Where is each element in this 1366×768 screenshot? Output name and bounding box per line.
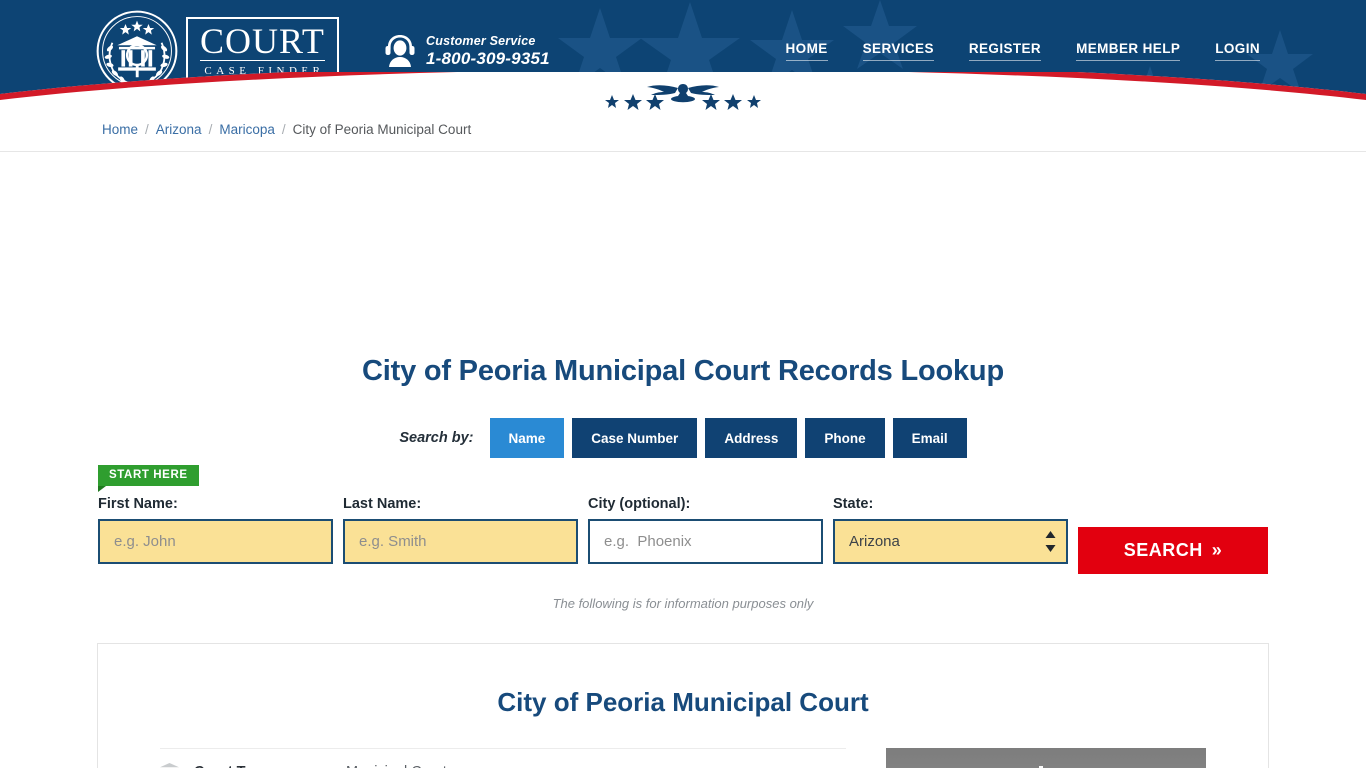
detail-value-court-type: Municipal Court xyxy=(346,764,447,768)
courthouse-photo xyxy=(886,748,1206,768)
double-chevron-right-icon: » xyxy=(1211,540,1223,560)
breadcrumb-item-arizona[interactable]: Arizona xyxy=(156,122,202,137)
breadcrumb-item-current: City of Peoria Municipal Court xyxy=(292,122,472,137)
info-note: The following is for information purpose… xyxy=(552,596,814,611)
first-name-field-group: First Name: xyxy=(98,496,333,564)
nav-item-register[interactable]: REGISTER xyxy=(968,41,1042,61)
headset-support-icon xyxy=(385,35,415,67)
court-details-list: Court Type: Municipal Court State: AZ xyxy=(160,748,846,768)
breadcrumb-bar: Home / Arizona / Maricopa / City of Peoria Mun… xyxy=(0,110,1366,152)
tab-email[interactable]: Email xyxy=(892,418,967,458)
breadcrumb-item-maricopa[interactable]: Maricopa xyxy=(219,122,275,137)
main-nav: HOME SERVICES REGISTER MEMBER HELP LOGIN xyxy=(785,41,1260,61)
tab-phone[interactable]: Phone xyxy=(805,418,885,458)
customer-service-phone[interactable]: 1-800-309-9351 xyxy=(426,49,550,69)
breadcrumb-separator: / xyxy=(208,122,213,137)
nav-item-login[interactable]: LOGIN xyxy=(1215,41,1260,61)
customer-service: Customer Service 1-800-309-9351 xyxy=(383,33,550,69)
city-input[interactable] xyxy=(588,519,823,564)
patriotic-banner-wave xyxy=(0,72,1366,110)
last-name-label: Last Name: xyxy=(343,496,422,512)
city-label: City (optional): xyxy=(588,496,691,512)
state-label: State: xyxy=(833,496,874,512)
search-button-label: SEARCH xyxy=(1123,540,1203,560)
search-by-tabs: Search by: Name Case Number Address Phon… xyxy=(0,418,1366,458)
detail-row-court-type: Court Type: Municipal Court xyxy=(160,748,846,768)
last-name-field-group: Last Name: xyxy=(343,496,578,564)
last-name-input[interactable] xyxy=(343,519,578,564)
nav-item-member-help[interactable]: MEMBER HELP xyxy=(1076,41,1181,61)
start-here-badge: START HERE xyxy=(98,465,199,492)
search-by-label: Search by: xyxy=(399,430,474,446)
nav-item-home[interactable]: HOME xyxy=(785,41,828,61)
tab-case-number[interactable]: Case Number xyxy=(572,418,698,458)
breadcrumb: Home / Arizona / Maricopa / City of Peoria Mun… xyxy=(102,122,471,137)
court-details-body: Court Type: Municipal Court State: AZ xyxy=(98,718,1268,768)
state-select[interactable]: Arizona xyxy=(833,519,1068,564)
search-button[interactable]: SEARCH » xyxy=(1078,527,1268,574)
detail-label-court-type: Court Type: xyxy=(194,764,346,768)
nav-item-services[interactable]: SERVICES xyxy=(862,41,934,61)
breadcrumb-separator: / xyxy=(145,122,149,137)
tab-name[interactable]: Name xyxy=(489,418,565,458)
court-name-title: City of Peoria Municipal Court xyxy=(497,687,869,717)
page-title: City of Peoria Municipal Court Records L… xyxy=(362,355,1004,387)
courthouse-icon xyxy=(160,763,194,768)
breadcrumb-separator: / xyxy=(281,122,286,137)
logo-title: COURT xyxy=(200,21,325,61)
first-name-input[interactable] xyxy=(98,519,333,564)
breadcrumb-item-home[interactable]: Home xyxy=(102,122,138,137)
first-name-label: First Name: xyxy=(98,496,178,512)
state-field-group: State: Arizona xyxy=(833,496,1068,564)
site-header: COURT CASE FINDER Customer Service 1-800… xyxy=(0,0,1366,110)
court-details-card: City of Peoria Municipal Court xyxy=(97,643,1269,768)
courthouse-photo-image xyxy=(886,748,1206,768)
tab-address[interactable]: Address xyxy=(705,418,798,458)
city-field-group: City (optional): xyxy=(588,496,823,564)
customer-service-label: Customer Service xyxy=(426,33,536,48)
